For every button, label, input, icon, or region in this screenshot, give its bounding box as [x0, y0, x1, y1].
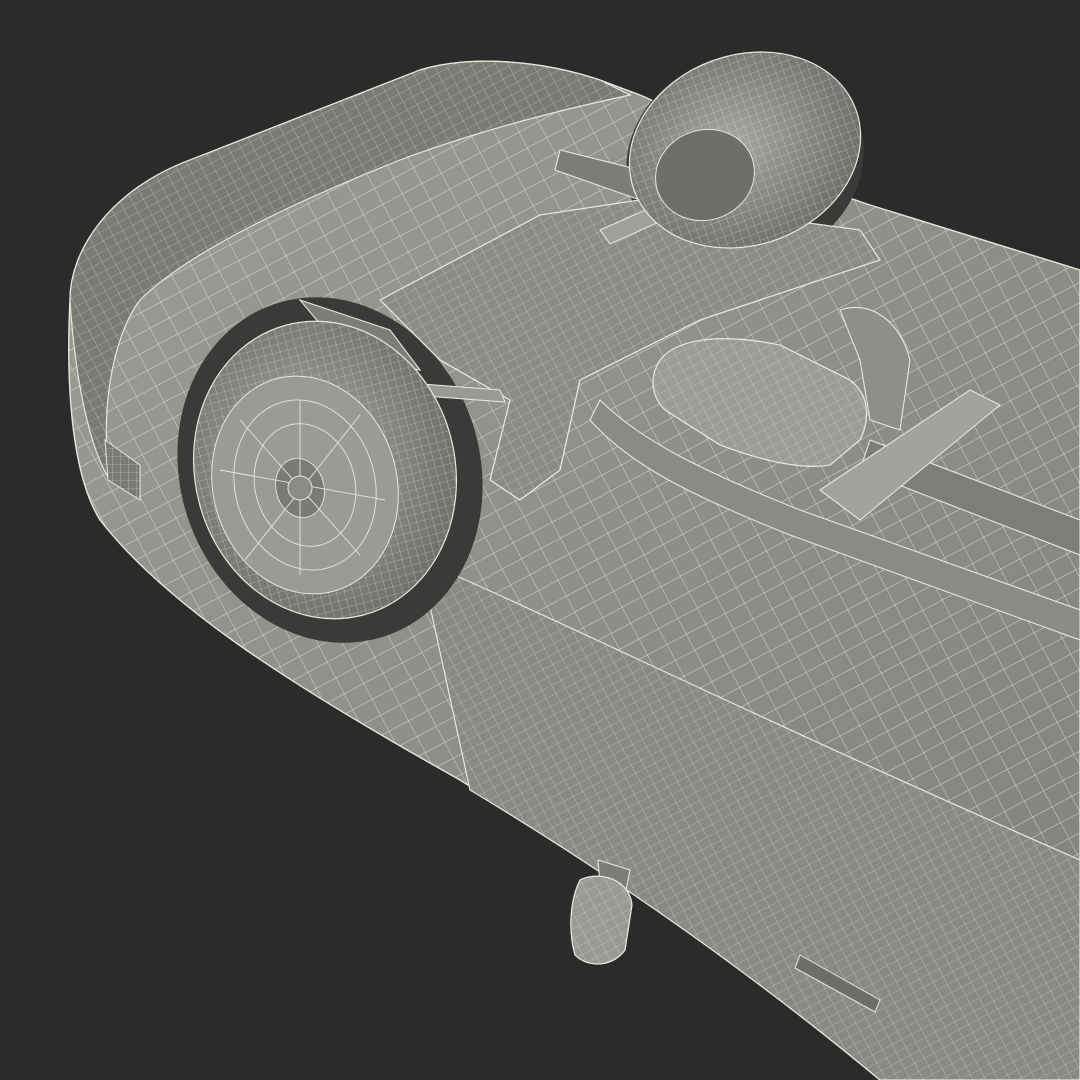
mirror-housing-mesh	[570, 875, 633, 965]
front-left-hub-icon	[287, 475, 313, 501]
wireframe-car-render	[68, 51, 1080, 1080]
side-mirror	[570, 859, 633, 965]
